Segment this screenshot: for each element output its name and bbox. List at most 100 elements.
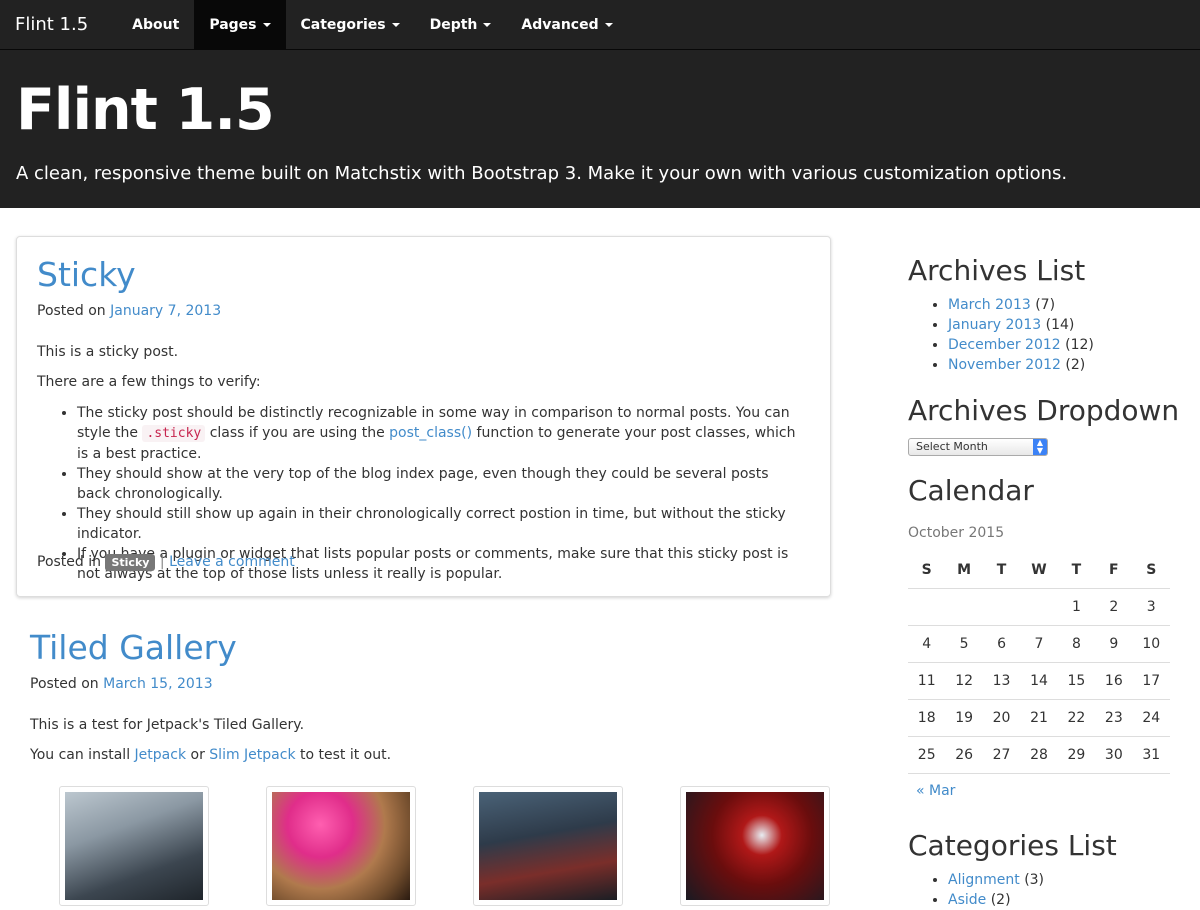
category-link[interactable]: Alignment [948,872,1020,888]
calendar-day [982,588,1021,626]
weekday-header: S [1132,552,1170,589]
nav-item-label: About [132,16,180,33]
gallery-thumbnail[interactable] [680,786,830,906]
calendar-day: 3 [1132,588,1170,626]
calendar-day: 27 [982,736,1021,774]
archives-month-select[interactable]: Select Month ▲ ▼ [908,438,1048,456]
category-link[interactable]: Aside [948,892,986,908]
calendar-week-row: 18 19 20 21 22 23 24 [908,699,1170,737]
caret-down-icon [262,22,271,27]
post-meta: Posted on January 7, 2013 [37,303,221,319]
calendar-day: 29 [1057,736,1096,774]
calendar-day: 18 [908,699,946,737]
list-item-text: class if you are using the [209,425,385,441]
list-item: They should still show up again in their… [77,504,797,544]
widget-title-calendar: Calendar [908,474,1034,507]
calendar-day: 8 [1057,625,1096,663]
calendar-week-row: 11 12 13 14 15 16 17 [908,662,1170,700]
calendar-day: 15 [1057,662,1096,700]
code-snippet: .sticky [142,425,206,442]
calendar-day: 31 [1132,736,1170,774]
calendar-day: 19 [945,699,983,737]
paragraph-text: You can install [30,747,131,763]
paragraph-text: to test it out. [300,747,392,763]
archive-count: (14) [1045,317,1075,333]
list-item: Aside (2) [948,890,1044,910]
gallery-image [272,792,410,900]
caret-down-icon [483,22,492,27]
calendar-day: 23 [1095,699,1133,737]
slim-jetpack-link[interactable]: Slim Jetpack [209,747,295,763]
calendar-day: 10 [1132,625,1170,663]
nav-item-label: Categories [300,16,386,33]
category-count: (2) [990,892,1011,908]
post-title-link[interactable]: Tiled Gallery [30,628,237,667]
posted-in-label: Posted in [37,554,102,570]
weekday-header: T [1057,552,1096,589]
post-paragraph: This is a sticky post. [37,344,179,360]
category-badge[interactable]: Sticky [105,554,156,571]
calendar-day: 26 [945,736,983,774]
post-date-link[interactable]: March 15, 2013 [103,676,212,692]
leave-comment-link[interactable]: Leave a comment [169,554,295,570]
archive-link[interactable]: January 2013 [948,317,1041,333]
list-item: They should show at the very top of the … [77,464,797,504]
calendar-caption: October 2015 [908,525,1005,541]
post-class-link[interactable]: post_class() [389,425,472,441]
weekday-header: F [1095,552,1133,589]
archives-list: March 2013 (7) January 2013 (14) Decembe… [908,295,1094,375]
list-item: The sticky post should be distinctly rec… [77,403,797,464]
post-paragraph: You can install Jetpack or Slim Jetpack … [30,747,391,763]
archive-count: (2) [1065,357,1086,373]
nav-item-about[interactable]: About [117,0,194,49]
nav-item-pages[interactable]: Pages [194,0,286,49]
list-item: January 2013 (14) [948,315,1094,335]
category-count: (3) [1024,872,1045,888]
archive-link[interactable]: November 2012 [948,357,1061,373]
select-value: Select Month [916,440,988,453]
calendar-week-row: 4 5 6 7 8 9 10 [908,625,1170,663]
widget-title-archives: Archives List [908,254,1086,287]
archive-link[interactable]: December 2012 [948,337,1061,353]
separator: | [159,554,165,570]
calendar-day: 22 [1057,699,1096,737]
calendar-day [908,588,946,626]
gallery-image [479,792,617,900]
calendar-day [945,588,983,626]
posted-on-label: Posted on [30,676,99,692]
calendar-day: 11 [908,662,946,700]
calendar-header-row: S M T W T F S [908,552,1170,589]
calendar-day: 7 [1020,625,1058,663]
weekday-header: T [982,552,1021,589]
nav-item-label: Advanced [521,16,599,33]
site-title[interactable]: Flint 1.5 [16,82,275,139]
nav-item-depth[interactable]: Depth [415,0,507,49]
post-paragraph: There are a few things to verify: [37,374,261,390]
caret-down-icon [604,22,613,27]
archive-link[interactable]: March 2013 [948,297,1031,313]
calendar-day: 25 [908,736,946,774]
navbar-brand[interactable]: Flint 1.5 [0,0,103,49]
post-title-link[interactable]: Sticky [37,255,136,294]
calendar-day [1020,588,1058,626]
list-item: December 2012 (12) [948,335,1094,355]
calendar-day: 17 [1132,662,1170,700]
gallery-thumbnail[interactable] [266,786,416,906]
calendar-day: 1 [1057,588,1096,626]
jetpack-link[interactable]: Jetpack [135,747,187,763]
site-header: Flint 1.5 A clean, responsive theme buil… [0,50,1200,208]
paragraph-text: or [190,747,205,763]
gallery-thumbnail[interactable] [59,786,209,906]
gallery-thumbnail[interactable] [473,786,623,906]
post-paragraph: This is a test for Jetpack's Tiled Galle… [30,717,305,733]
post-footer-meta: Posted in Sticky | Leave a comment [37,554,295,571]
nav-item-advanced[interactable]: Advanced [506,0,627,49]
calendar-day: 20 [982,699,1021,737]
archive-count: (12) [1065,337,1094,353]
post-date-link[interactable]: January 7, 2013 [110,303,221,319]
widget-title-archives-dropdown: Archives Dropdown [908,394,1180,427]
calendar-prev-month-link[interactable]: « Mar [916,783,955,799]
nav-item-categories[interactable]: Categories [286,0,415,49]
calendar-day: 28 [1020,736,1058,774]
gallery-image [686,792,824,900]
